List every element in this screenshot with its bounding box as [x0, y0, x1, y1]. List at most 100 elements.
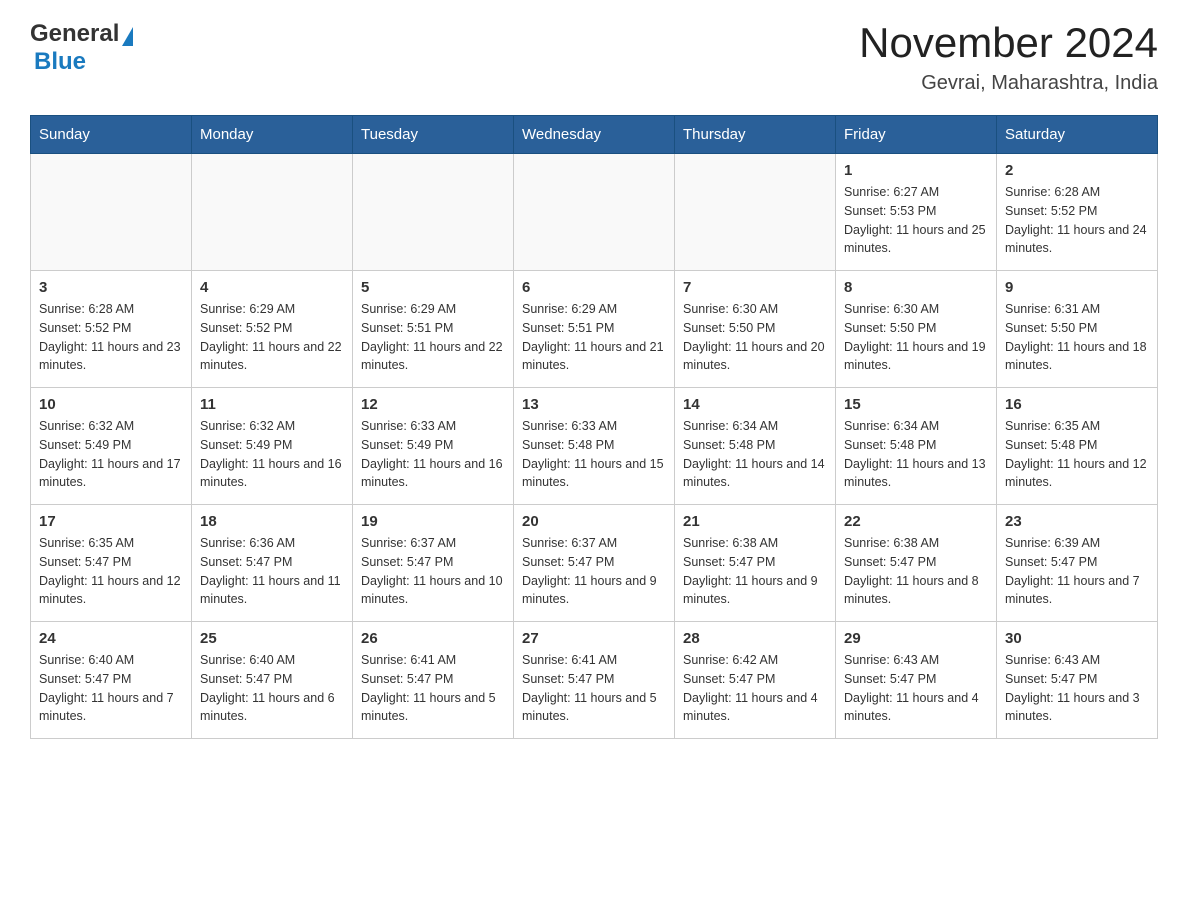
calendar-header-thursday: Thursday: [675, 116, 836, 154]
day-number: 20: [522, 513, 666, 530]
day-info: Sunrise: 6:40 AM Sunset: 5:47 PM Dayligh…: [200, 651, 344, 726]
day-number: 27: [522, 630, 666, 647]
calendar-cell: 10Sunrise: 6:32 AM Sunset: 5:49 PM Dayli…: [31, 388, 192, 505]
calendar-cell: [514, 154, 675, 271]
day-info: Sunrise: 6:43 AM Sunset: 5:47 PM Dayligh…: [844, 651, 988, 726]
day-number: 17: [39, 513, 183, 530]
calendar-cell: 26 Sunrise: 6:41 AM Sunset: 5:47 PM Dayli…: [353, 622, 514, 739]
calendar-cell: 9 Sunrise: 6:31 AM Sunset: 5:50 PM Daylig…: [997, 271, 1158, 388]
day-info: Sunrise: 6:28 AM Sunset: 5:52 PM Dayligh…: [39, 300, 183, 375]
calendar-header-saturday: Saturday: [997, 116, 1158, 154]
calendar-cell: 29 Sunrise: 6:43 AM Sunset: 5:47 PM Dayli…: [836, 622, 997, 739]
day-number: 7: [683, 279, 827, 296]
logo-general-text: General: [30, 20, 119, 48]
day-number: 1: [844, 162, 988, 179]
day-number: 26: [361, 630, 505, 647]
calendar-cell: 30 Sunrise: 6:43 AM Sunset: 5:47 PM Dayli…: [997, 622, 1158, 739]
logo-blue-text: Blue: [34, 48, 86, 75]
day-info: Sunrise: 6:32 AM Sunset: 5:49 PM Dayligh…: [200, 417, 344, 492]
calendar-cell: 2Sunrise: 6:28 AM Sunset: 5:52 PM Daylig…: [997, 154, 1158, 271]
calendar-cell: 7 Sunrise: 6:30 AM Sunset: 5:50 PM Daylig…: [675, 271, 836, 388]
calendar-cell: 5Sunrise: 6:29 AM Sunset: 5:51 PM Daylig…: [353, 271, 514, 388]
calendar-cell: 3Sunrise: 6:28 AM Sunset: 5:52 PM Daylig…: [31, 271, 192, 388]
calendar-header-wednesday: Wednesday: [514, 116, 675, 154]
calendar-week-4: 17Sunrise: 6:35 AM Sunset: 5:47 PM Dayli…: [31, 505, 1158, 622]
day-info: Sunrise: 6:33 AM Sunset: 5:48 PM Dayligh…: [522, 417, 666, 492]
calendar-table: SundayMondayTuesdayWednesdayThursdayFrid…: [30, 115, 1158, 739]
calendar-cell: [675, 154, 836, 271]
calendar-cell: 19 Sunrise: 6:37 AM Sunset: 5:47 PM Dayli…: [353, 505, 514, 622]
calendar-cell: 22 Sunrise: 6:38 AM Sunset: 5:47 PM Dayli…: [836, 505, 997, 622]
calendar-cell: 15 Sunrise: 6:34 AM Sunset: 5:48 PM Dayli…: [836, 388, 997, 505]
day-info: Sunrise: 6:38 AM Sunset: 5:47 PM Dayligh…: [844, 534, 988, 609]
day-number: 6: [522, 279, 666, 296]
day-number: 21: [683, 513, 827, 530]
day-info: Sunrise: 6:43 AM Sunset: 5:47 PM Dayligh…: [1005, 651, 1149, 726]
day-info: Sunrise: 6:37 AM Sunset: 5:47 PM Dayligh…: [361, 534, 505, 609]
day-number: 22: [844, 513, 988, 530]
calendar-cell: 25 Sunrise: 6:40 AM Sunset: 5:47 PM Dayli…: [192, 622, 353, 739]
day-number: 23: [1005, 513, 1149, 530]
calendar-cell: 6 Sunrise: 6:29 AM Sunset: 5:51 PM Daylig…: [514, 271, 675, 388]
day-number: 4: [200, 279, 344, 296]
day-info: Sunrise: 6:33 AM Sunset: 5:49 PM Dayligh…: [361, 417, 505, 492]
day-number: 15: [844, 396, 988, 413]
day-number: 5: [361, 279, 505, 296]
calendar-cell: 8Sunrise: 6:30 AM Sunset: 5:50 PM Daylig…: [836, 271, 997, 388]
day-number: 16: [1005, 396, 1149, 413]
calendar-cell: 1 Sunrise: 6:27 AM Sunset: 5:53 PM Daylig…: [836, 154, 997, 271]
day-number: 9: [1005, 279, 1149, 296]
day-info: Sunrise: 6:29 AM Sunset: 5:51 PM Dayligh…: [522, 300, 666, 375]
calendar-cell: 24 Sunrise: 6:40 AM Sunset: 5:47 PM Dayli…: [31, 622, 192, 739]
day-info: Sunrise: 6:30 AM Sunset: 5:50 PM Dayligh…: [683, 300, 827, 375]
calendar-header-row: SundayMondayTuesdayWednesdayThursdayFrid…: [31, 116, 1158, 154]
calendar-header-sunday: Sunday: [31, 116, 192, 154]
day-info: Sunrise: 6:34 AM Sunset: 5:48 PM Dayligh…: [844, 417, 988, 492]
day-info: Sunrise: 6:30 AM Sunset: 5:50 PM Dayligh…: [844, 300, 988, 375]
day-number: 11: [200, 396, 344, 413]
logo-triangle-icon: [122, 27, 133, 46]
day-number: 30: [1005, 630, 1149, 647]
calendar-cell: 20Sunrise: 6:37 AM Sunset: 5:47 PM Dayli…: [514, 505, 675, 622]
calendar-week-2: 3Sunrise: 6:28 AM Sunset: 5:52 PM Daylig…: [31, 271, 1158, 388]
day-number: 25: [200, 630, 344, 647]
day-number: 29: [844, 630, 988, 647]
day-info: Sunrise: 6:32 AM Sunset: 5:49 PM Dayligh…: [39, 417, 183, 492]
day-info: Sunrise: 6:38 AM Sunset: 5:47 PM Dayligh…: [683, 534, 827, 609]
calendar-cell: 11 Sunrise: 6:32 AM Sunset: 5:49 PM Dayli…: [192, 388, 353, 505]
calendar-week-1: 1 Sunrise: 6:27 AM Sunset: 5:53 PM Daylig…: [31, 154, 1158, 271]
day-number: 14: [683, 396, 827, 413]
day-info: Sunrise: 6:27 AM Sunset: 5:53 PM Dayligh…: [844, 183, 988, 258]
logo: General Blue: [30, 20, 133, 76]
day-info: Sunrise: 6:41 AM Sunset: 5:47 PM Dayligh…: [361, 651, 505, 726]
day-info: Sunrise: 6:34 AM Sunset: 5:48 PM Dayligh…: [683, 417, 827, 492]
calendar-cell: 13 Sunrise: 6:33 AM Sunset: 5:48 PM Dayli…: [514, 388, 675, 505]
day-info: Sunrise: 6:40 AM Sunset: 5:47 PM Dayligh…: [39, 651, 183, 726]
day-info: Sunrise: 6:28 AM Sunset: 5:52 PM Dayligh…: [1005, 183, 1149, 258]
calendar-cell: 23 Sunrise: 6:39 AM Sunset: 5:47 PM Dayli…: [997, 505, 1158, 622]
day-number: 12: [361, 396, 505, 413]
day-info: Sunrise: 6:42 AM Sunset: 5:47 PM Dayligh…: [683, 651, 827, 726]
day-info: Sunrise: 6:41 AM Sunset: 5:47 PM Dayligh…: [522, 651, 666, 726]
day-number: 18: [200, 513, 344, 530]
calendar-cell: 27 Sunrise: 6:41 AM Sunset: 5:47 PM Dayli…: [514, 622, 675, 739]
day-info: Sunrise: 6:36 AM Sunset: 5:47 PM Dayligh…: [200, 534, 344, 609]
day-info: Sunrise: 6:35 AM Sunset: 5:48 PM Dayligh…: [1005, 417, 1149, 492]
header-right: November 2024 Gevrai, Maharashtra, India: [859, 20, 1158, 95]
calendar-week-5: 24 Sunrise: 6:40 AM Sunset: 5:47 PM Dayli…: [31, 622, 1158, 739]
day-info: Sunrise: 6:31 AM Sunset: 5:50 PM Dayligh…: [1005, 300, 1149, 375]
calendar-cell: 12 Sunrise: 6:33 AM Sunset: 5:49 PM Dayli…: [353, 388, 514, 505]
calendar-cell: [353, 154, 514, 271]
day-info: Sunrise: 6:39 AM Sunset: 5:47 PM Dayligh…: [1005, 534, 1149, 609]
day-number: 19: [361, 513, 505, 530]
calendar-cell: 14 Sunrise: 6:34 AM Sunset: 5:48 PM Dayli…: [675, 388, 836, 505]
calendar-cell: 28Sunrise: 6:42 AM Sunset: 5:47 PM Dayli…: [675, 622, 836, 739]
calendar-header-tuesday: Tuesday: [353, 116, 514, 154]
calendar-cell: 4Sunrise: 6:29 AM Sunset: 5:52 PM Daylig…: [192, 271, 353, 388]
calendar-week-3: 10Sunrise: 6:32 AM Sunset: 5:49 PM Dayli…: [31, 388, 1158, 505]
calendar-header-friday: Friday: [836, 116, 997, 154]
calendar-cell: 17Sunrise: 6:35 AM Sunset: 5:47 PM Dayli…: [31, 505, 192, 622]
location: Gevrai, Maharashtra, India: [859, 72, 1158, 95]
day-number: 13: [522, 396, 666, 413]
day-number: 24: [39, 630, 183, 647]
